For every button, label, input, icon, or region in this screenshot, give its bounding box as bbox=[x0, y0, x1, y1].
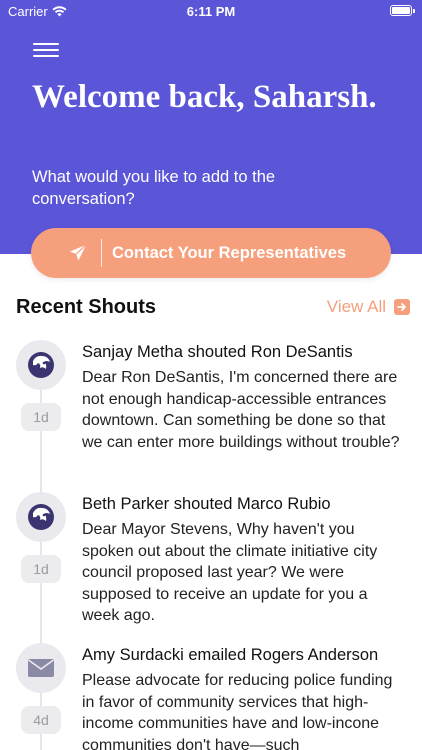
battery-icon bbox=[390, 5, 415, 16]
shout-body: Please advocate for reducing police fund… bbox=[82, 672, 393, 750]
arrow-right-icon bbox=[394, 299, 410, 315]
status-time: 6:11 PM bbox=[186, 4, 236, 19]
envelope-icon bbox=[16, 643, 66, 693]
shout-title: Amy Surdacki emailed Rogers Anderson bbox=[82, 646, 379, 664]
header-banner: Carrier 6:11 PM Welcome back, Saharsh. W… bbox=[0, 0, 422, 254]
status-bar: Carrier 6:11 PM bbox=[0, 0, 422, 22]
button-divider bbox=[101, 239, 102, 267]
shout-body: Dear Ron DeSantis, I'm concerned there a… bbox=[82, 369, 400, 451]
welcome-subtitle: What would you like to add to the conver… bbox=[32, 168, 276, 208]
paper-plane-icon bbox=[69, 244, 87, 261]
shout-title: Sanjay Metha shouted Ron DeSantis bbox=[82, 343, 353, 361]
time-badge: 1d bbox=[21, 555, 61, 583]
contact-representatives-button[interactable]: Contact Your Representatives bbox=[31, 228, 391, 278]
lion-logo-icon bbox=[16, 492, 66, 542]
shout-body: Dear Mayor Stevens, Why haven't you spok… bbox=[82, 521, 378, 624]
contact-button-label: Contact Your Representatives bbox=[112, 243, 347, 262]
time-badge: 1d bbox=[21, 403, 61, 431]
shout-title: Beth Parker shouted Marco Rubio bbox=[82, 495, 331, 513]
hamburger-menu-icon[interactable] bbox=[33, 43, 59, 61]
time-badge: 4d bbox=[21, 706, 61, 734]
welcome-heading: Welcome back, Saharsh. bbox=[32, 79, 377, 115]
recent-shouts-title: Recent Shouts bbox=[16, 296, 157, 318]
view-all-link[interactable]: View All bbox=[327, 297, 410, 317]
lion-logo-icon bbox=[16, 340, 66, 390]
view-all-label: View All bbox=[326, 297, 386, 316]
